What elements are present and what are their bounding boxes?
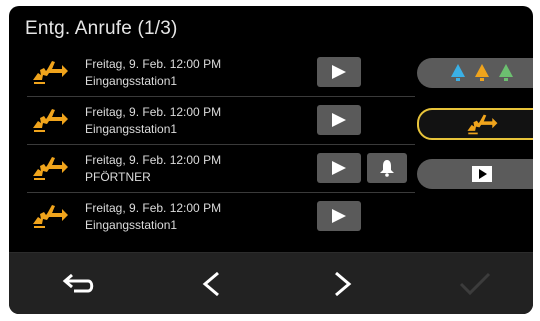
page-title: Entg. Anrufe (1/3)	[25, 18, 178, 39]
checkmark-icon	[459, 272, 491, 296]
bell-button[interactable]	[367, 153, 407, 183]
confirm-button[interactable]	[455, 267, 495, 301]
missed-calls-filter[interactable]	[417, 108, 533, 140]
video-play-icon	[472, 166, 492, 182]
back-arrow-icon	[62, 273, 94, 293]
missed-call-icon	[33, 61, 68, 84]
call-station: Eingangsstation1	[85, 74, 178, 88]
play-icon	[332, 209, 346, 223]
call-list-item[interactable]: Freitag, 9. Feb. 12:00 PM Eingangsstatio…	[27, 50, 415, 97]
missed-call-icon	[33, 109, 68, 132]
call-station: PFÖRTNER	[85, 170, 151, 184]
play-icon	[332, 161, 346, 175]
call-list-item[interactable]: Freitag, 9. Feb. 12:00 PM Eingangsstatio…	[27, 98, 415, 145]
all-calls-filter[interactable]	[417, 58, 533, 88]
chevron-right-icon	[335, 271, 352, 297]
call-station: Eingangsstation1	[85, 218, 178, 232]
missed-call-icon	[33, 205, 68, 228]
previous-page-button[interactable]	[191, 267, 231, 301]
call-list-item[interactable]: Freitag, 9. Feb. 12:00 PM Eingangsstatio…	[27, 194, 415, 240]
chevron-left-icon	[202, 271, 219, 297]
play-icon	[332, 113, 346, 127]
play-button[interactable]	[317, 57, 361, 87]
play-button[interactable]	[317, 153, 361, 183]
call-station: Eingangsstation1	[85, 122, 178, 136]
call-datetime: Freitag, 9. Feb. 12:00 PM	[85, 57, 222, 71]
three-bells-icon	[451, 64, 513, 81]
call-list-item[interactable]: Freitag, 9. Feb. 12:00 PM PFÖRTNER	[27, 146, 415, 193]
call-datetime: Freitag, 9. Feb. 12:00 PM	[85, 153, 222, 167]
bottom-nav-bar	[9, 252, 533, 314]
missed-call-icon	[33, 157, 68, 180]
play-icon	[332, 65, 346, 79]
call-datetime: Freitag, 9. Feb. 12:00 PM	[85, 201, 222, 215]
next-page-button[interactable]	[323, 267, 363, 301]
call-datetime: Freitag, 9. Feb. 12:00 PM	[85, 105, 222, 119]
missed-call-icon	[467, 114, 498, 135]
play-button[interactable]	[317, 105, 361, 135]
recorded-calls-filter[interactable]	[417, 159, 533, 189]
bell-icon	[380, 160, 394, 177]
intercom-screen: Entg. Anrufe (1/3) Freitag, 9. Feb. 12:0…	[9, 6, 533, 314]
play-button[interactable]	[317, 201, 361, 231]
back-button[interactable]	[59, 267, 99, 301]
